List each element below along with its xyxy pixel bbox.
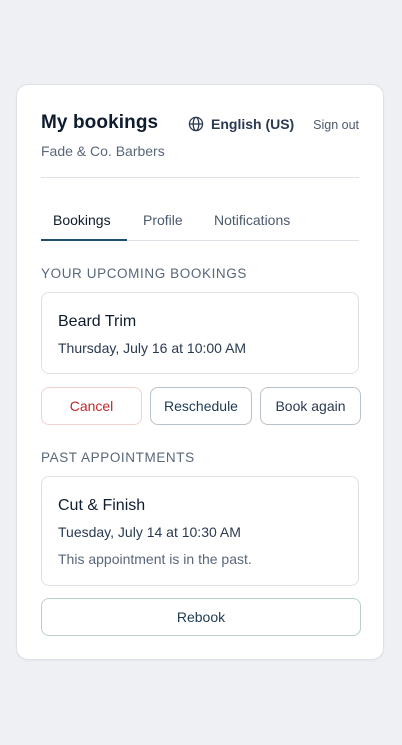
active-tab-indicator <box>41 239 127 241</box>
language-label: English (US) <box>211 116 295 132</box>
past-heading: PAST APPOINTMENTS <box>41 450 195 465</box>
appointment-note: This appointment is in the past. <box>58 551 252 567</box>
cancel-button[interactable]: Cancel <box>41 387 142 425</box>
shop-name: Fade & Co. Barbers <box>41 143 165 159</box>
sign-out-link[interactable]: Sign out <box>313 118 359 132</box>
book-again-button[interactable]: Book again <box>260 387 361 425</box>
page-title: My bookings <box>41 112 159 133</box>
upcoming-heading: YOUR UPCOMING BOOKINGS <box>41 266 247 281</box>
past-appointment-card: Cut & Finish Tuesday, July 14 at 10:30 A… <box>41 476 359 586</box>
upcoming-booking-card: Beard Trim Thursday, July 16 at 10:00 AM <box>41 292 359 374</box>
rebook-button[interactable]: Rebook <box>41 598 361 636</box>
header-divider <box>41 177 359 178</box>
tab-notifications[interactable]: Notifications <box>214 212 290 228</box>
booking-service: Beard Trim <box>58 313 137 330</box>
booking-datetime: Thursday, July 16 at 10:00 AM <box>58 340 247 356</box>
tab-profile[interactable]: Profile <box>143 212 183 228</box>
tab-bar: Bookings Profile Notifications <box>41 203 359 241</box>
appointment-service: Cut & Finish <box>58 497 146 514</box>
tab-bookings[interactable]: Bookings <box>53 212 111 228</box>
appointment-datetime: Tuesday, July 14 at 10:30 AM <box>58 524 241 540</box>
bookings-card: My bookings Fade & Co. Barbers English (… <box>16 84 384 660</box>
globe-icon <box>188 116 204 132</box>
card-content: My bookings Fade & Co. Barbers English (… <box>41 85 361 659</box>
reschedule-button[interactable]: Reschedule <box>150 387 252 425</box>
language-selector[interactable]: English (US) <box>188 116 294 132</box>
